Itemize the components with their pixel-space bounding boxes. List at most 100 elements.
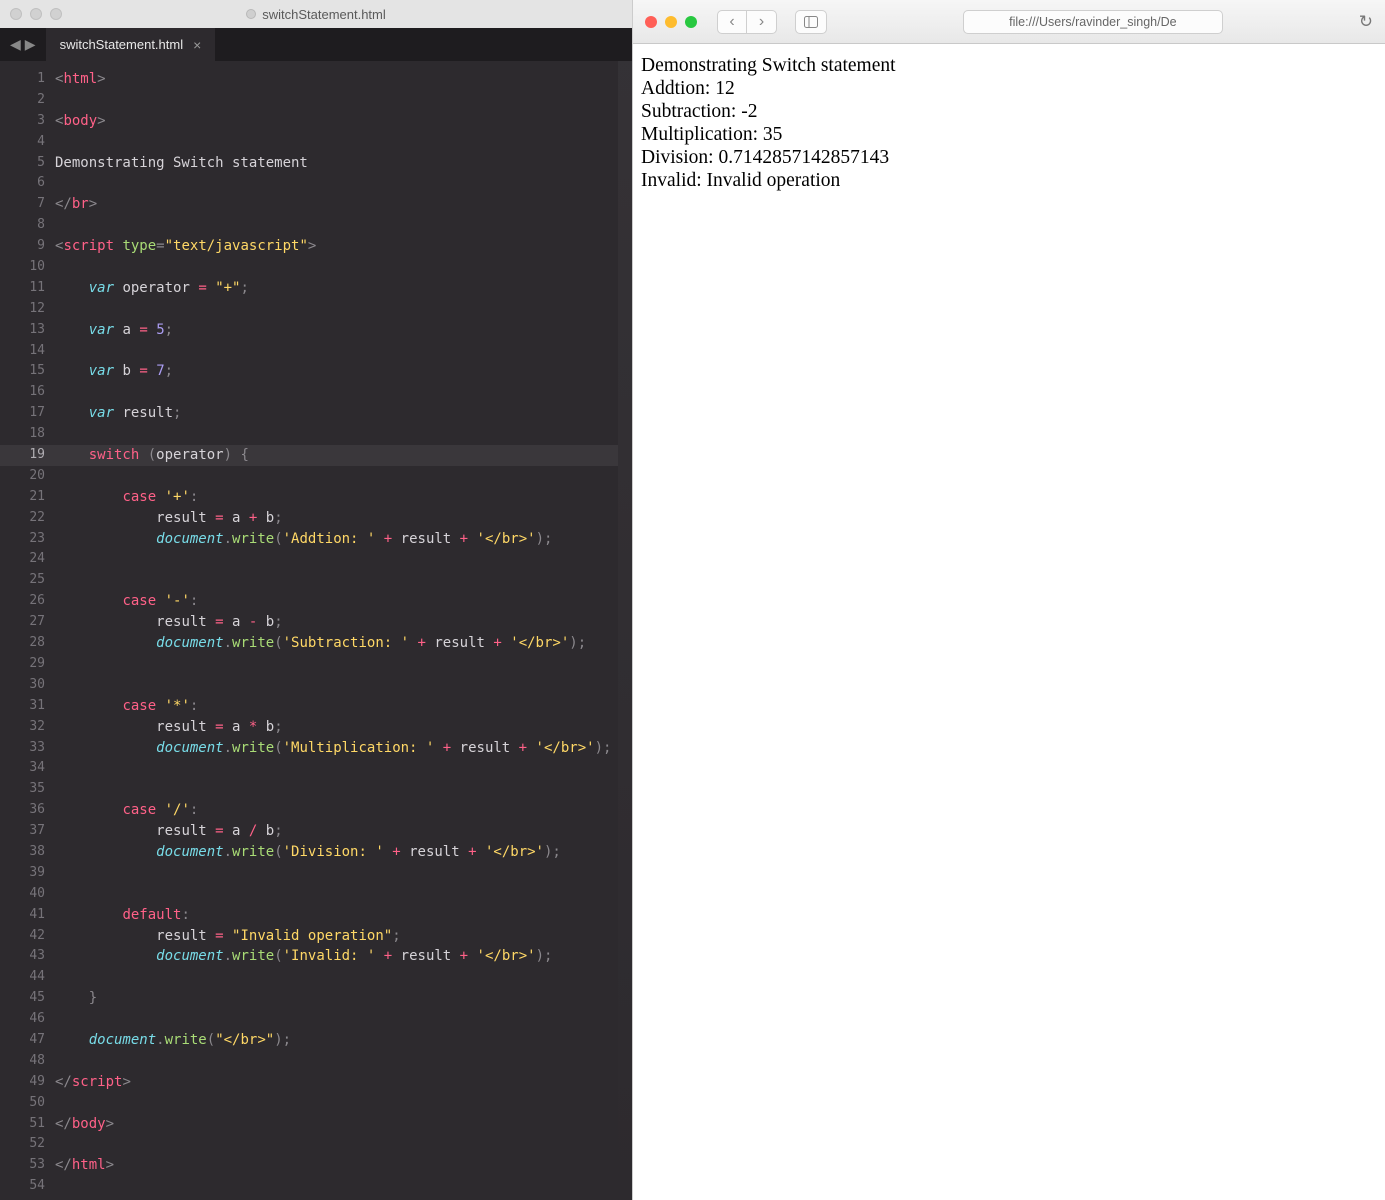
minimize-icon[interactable] xyxy=(665,16,677,28)
code-line[interactable]: <script type="text/javascript"> xyxy=(55,236,618,257)
line-number: 23 xyxy=(0,529,45,550)
tab-close-icon[interactable]: × xyxy=(193,37,201,53)
code-line[interactable] xyxy=(55,863,618,884)
code-line[interactable] xyxy=(55,257,618,278)
editor-title-text: switchStatement.html xyxy=(262,7,386,22)
line-number: 18 xyxy=(0,424,45,445)
code-line[interactable]: </script> xyxy=(55,1072,618,1093)
code-line[interactable]: var a = 5; xyxy=(55,320,618,341)
reload-button[interactable]: ↻ xyxy=(1359,12,1373,32)
code-line[interactable]: <body> xyxy=(55,111,618,132)
line-number: 16 xyxy=(0,382,45,403)
line-number: 38 xyxy=(0,842,45,863)
line-number: 35 xyxy=(0,779,45,800)
code-content[interactable]: <html> <body> Demonstrating Switch state… xyxy=(55,61,618,1200)
close-icon[interactable] xyxy=(645,16,657,28)
code-line[interactable]: default: xyxy=(55,905,618,926)
code-line[interactable]: document.write('Subtraction: ' + result … xyxy=(55,633,618,654)
line-number: 33 xyxy=(0,738,45,759)
code-line[interactable]: document.write('Multiplication: ' + resu… xyxy=(55,738,618,759)
browser-back-button[interactable]: ‹ xyxy=(717,10,747,34)
code-line[interactable] xyxy=(55,779,618,800)
line-number: 6 xyxy=(0,173,45,194)
code-line[interactable] xyxy=(55,884,618,905)
line-number: 39 xyxy=(0,863,45,884)
url-wrap: file:///Users/ravinder_singh/De xyxy=(839,10,1347,34)
code-line[interactable] xyxy=(55,570,618,591)
code-line[interactable] xyxy=(55,132,618,153)
browser-nav-buttons: ‹ › xyxy=(717,10,777,34)
maximize-icon[interactable] xyxy=(685,16,697,28)
line-number: 20 xyxy=(0,466,45,487)
code-line[interactable] xyxy=(55,675,618,696)
line-number: 42 xyxy=(0,926,45,947)
browser-url-field[interactable]: file:///Users/ravinder_singh/De xyxy=(963,10,1223,34)
code-line[interactable] xyxy=(55,654,618,675)
code-line[interactable] xyxy=(55,299,618,320)
line-number: 25 xyxy=(0,570,45,591)
code-line[interactable]: </body> xyxy=(55,1114,618,1135)
line-number: 49 xyxy=(0,1072,45,1093)
browser-toolbar: ‹ › file:///Users/ravinder_singh/De ↻ xyxy=(633,0,1385,44)
code-line[interactable]: document.write('Invalid: ' + result + '<… xyxy=(55,946,618,967)
code-line[interactable]: result = a * b; xyxy=(55,717,618,738)
code-editor[interactable]: 1234567891011121314151617181920212223242… xyxy=(0,61,632,1200)
minimap-thumb[interactable] xyxy=(618,61,632,1200)
browser-output-line: Demonstrating Switch statement xyxy=(641,54,1377,77)
line-number: 24 xyxy=(0,549,45,570)
line-number: 11 xyxy=(0,278,45,299)
code-line[interactable] xyxy=(55,1093,618,1114)
line-number: 15 xyxy=(0,361,45,382)
code-line[interactable] xyxy=(55,549,618,570)
code-line[interactable]: </html> xyxy=(55,1155,618,1176)
line-number: 9 xyxy=(0,236,45,257)
code-line[interactable] xyxy=(55,424,618,445)
code-line[interactable]: } xyxy=(55,988,618,1009)
code-line[interactable] xyxy=(55,173,618,194)
browser-viewport: Demonstrating Switch statementAddtion: 1… xyxy=(633,44,1385,1200)
code-line[interactable] xyxy=(55,466,618,487)
line-number: 2 xyxy=(0,90,45,111)
tab-forward-icon[interactable]: ▶ xyxy=(25,36,36,53)
editor-titlebar[interactable]: switchStatement.html xyxy=(0,0,632,28)
code-line[interactable]: Demonstrating Switch statement xyxy=(55,153,618,174)
code-line[interactable] xyxy=(55,1176,618,1197)
line-number: 5 xyxy=(0,153,45,174)
code-line[interactable]: var result; xyxy=(55,403,618,424)
line-number: 40 xyxy=(0,884,45,905)
minimap-scrollbar[interactable] xyxy=(618,61,632,1200)
code-line[interactable]: result = a / b; xyxy=(55,821,618,842)
code-line[interactable]: <html> xyxy=(55,69,618,90)
code-line[interactable]: var b = 7; xyxy=(55,361,618,382)
code-line[interactable]: document.write('Addtion: ' + result + '<… xyxy=(55,529,618,550)
code-line[interactable]: result = "Invalid operation"; xyxy=(55,926,618,947)
code-line[interactable]: case '*': xyxy=(55,696,618,717)
code-line[interactable]: case '-': xyxy=(55,591,618,612)
code-line[interactable]: document.write('Division: ' + result + '… xyxy=(55,842,618,863)
code-line[interactable]: result = a - b; xyxy=(55,612,618,633)
editor-tab[interactable]: switchStatement.html × xyxy=(46,28,217,61)
code-line[interactable] xyxy=(55,1134,618,1155)
code-line[interactable]: result = a + b; xyxy=(55,508,618,529)
line-number: 3 xyxy=(0,111,45,132)
line-number: 14 xyxy=(0,341,45,362)
line-number: 19 xyxy=(0,445,55,466)
code-line[interactable]: case '+': xyxy=(55,487,618,508)
code-line[interactable] xyxy=(55,1009,618,1030)
code-line[interactable] xyxy=(55,967,618,988)
code-line[interactable] xyxy=(55,382,618,403)
tab-back-icon[interactable]: ◀ xyxy=(10,36,21,53)
code-line[interactable]: </br> xyxy=(55,194,618,215)
sidebar-toggle-button[interactable] xyxy=(795,10,827,34)
code-line[interactable]: var operator = "+"; xyxy=(55,278,618,299)
code-line[interactable] xyxy=(55,215,618,236)
code-line[interactable] xyxy=(55,758,618,779)
line-number: 21 xyxy=(0,487,45,508)
code-line[interactable] xyxy=(55,90,618,111)
code-line[interactable]: switch (operator) { xyxy=(55,445,618,466)
code-line[interactable] xyxy=(55,1051,618,1072)
browser-forward-button[interactable]: › xyxy=(747,10,777,34)
code-line[interactable] xyxy=(55,341,618,362)
code-line[interactable]: case '/': xyxy=(55,800,618,821)
code-line[interactable]: document.write("</br>"); xyxy=(55,1030,618,1051)
